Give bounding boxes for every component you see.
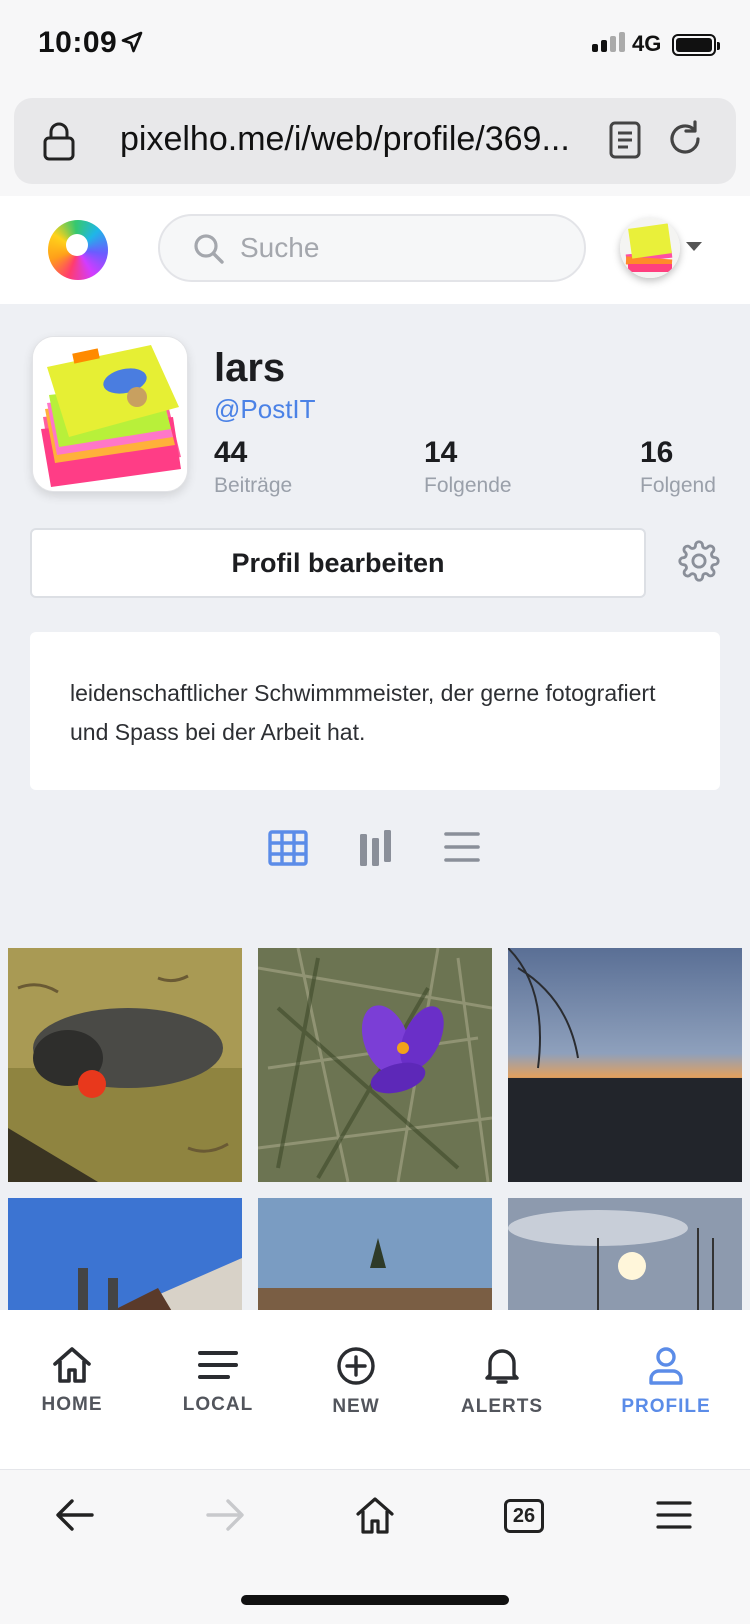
app-header xyxy=(0,196,750,304)
postit-notes-image xyxy=(33,337,187,491)
photo-tile[interactable] xyxy=(8,948,242,1182)
user-avatar-menu[interactable] xyxy=(620,218,680,278)
plus-circle-icon xyxy=(337,1347,375,1385)
home-icon xyxy=(53,1347,91,1383)
photo-tile[interactable] xyxy=(508,948,742,1182)
photo-tile[interactable] xyxy=(8,1198,242,1310)
photo-crocus-flower xyxy=(258,948,492,1182)
stat-value: 14 xyxy=(424,436,458,469)
stat-value: 16 xyxy=(640,436,674,469)
stat-value: 44 xyxy=(214,436,248,469)
nav-label: HOME xyxy=(41,1394,103,1415)
postit-avatar-image xyxy=(620,218,680,278)
photo-building-blue-sky xyxy=(8,1198,242,1310)
reader-mode-icon[interactable] xyxy=(608,120,642,160)
menu-icon[interactable] xyxy=(656,1495,692,1535)
nav-label: LOCAL xyxy=(182,1394,254,1415)
photo-fortress-wall xyxy=(258,1198,492,1310)
reload-icon[interactable] xyxy=(664,118,706,160)
stat-label: Beiträge xyxy=(214,474,293,497)
profile-avatar xyxy=(32,336,188,492)
nav-new[interactable]: NEW xyxy=(286,1346,426,1418)
column-view-icon[interactable] xyxy=(358,830,394,870)
back-arrow-icon[interactable] xyxy=(54,1495,96,1535)
nav-local[interactable]: LOCAL xyxy=(148,1346,288,1416)
nav-label: NEW xyxy=(332,1396,380,1417)
photo-tile[interactable] xyxy=(508,1198,742,1310)
profile-section: lars @PostIT 44 Beiträge 14 Folgende 16 … xyxy=(0,304,750,1310)
photo-tile[interactable] xyxy=(258,948,492,1182)
location-arrow-icon xyxy=(121,31,143,53)
url-text[interactable]: pixelho.me/i/web/profile/369... xyxy=(120,120,570,159)
stat-label: Folgend xyxy=(640,474,716,497)
grid-view-icon[interactable] xyxy=(268,830,308,866)
user-icon xyxy=(649,1347,683,1385)
nav-alerts[interactable]: ALERTS xyxy=(432,1346,572,1418)
view-mode-switcher xyxy=(0,830,750,880)
stat-posts[interactable]: 44 Beiträge xyxy=(214,436,292,498)
stat-following[interactable]: 16 Folgend xyxy=(640,436,716,498)
app-bottom-nav: HOME LOCAL NEW ALERTS PROFILE xyxy=(0,1310,750,1470)
list-view-icon[interactable] xyxy=(444,830,480,864)
nav-label: ALERTS xyxy=(461,1396,543,1417)
nav-home[interactable]: HOME xyxy=(2,1346,142,1416)
photo-sunset-landscape xyxy=(508,948,742,1182)
search-input[interactable] xyxy=(240,226,560,270)
network-type: 4G xyxy=(632,31,662,56)
photo-harbor-sun xyxy=(508,1198,742,1310)
pixelfed-logo[interactable] xyxy=(48,220,108,280)
status-bar: 10:09 4G xyxy=(0,0,750,92)
bell-icon xyxy=(485,1349,519,1384)
stat-label: Folgende xyxy=(424,474,512,497)
forward-arrow-icon[interactable] xyxy=(204,1495,246,1535)
photo-dog-on-grass xyxy=(8,948,242,1182)
profile-bio: leidenschaftlicher Schwimmmeister, der g… xyxy=(30,632,720,790)
battery-icon xyxy=(672,34,720,56)
home-indicator xyxy=(241,1595,509,1605)
tabs-button[interactable]: 26 xyxy=(504,1499,544,1533)
chevron-down-icon[interactable] xyxy=(686,242,702,251)
nav-label: PROFILE xyxy=(621,1396,711,1417)
profile-name: lars xyxy=(214,346,286,390)
nav-profile[interactable]: PROFILE xyxy=(596,1346,736,1418)
photo-tile[interactable] xyxy=(258,1198,492,1310)
profile-handle: @PostIT xyxy=(214,394,316,424)
edit-profile-button[interactable]: Profil bearbeiten xyxy=(30,528,646,598)
status-time: 10:09 xyxy=(38,26,118,59)
home-icon[interactable] xyxy=(354,1495,396,1535)
stat-followers[interactable]: 14 Folgende xyxy=(424,436,512,498)
signal-icon xyxy=(592,32,625,52)
browser-toolbar: 26 xyxy=(0,1471,750,1624)
search-bar[interactable] xyxy=(158,214,586,282)
search-icon xyxy=(194,234,224,264)
local-feed-icon xyxy=(198,1351,238,1379)
address-bar[interactable]: pixelho.me/i/web/profile/369... xyxy=(14,98,736,184)
gear-icon[interactable] xyxy=(678,540,720,582)
lock-icon xyxy=(43,122,75,161)
